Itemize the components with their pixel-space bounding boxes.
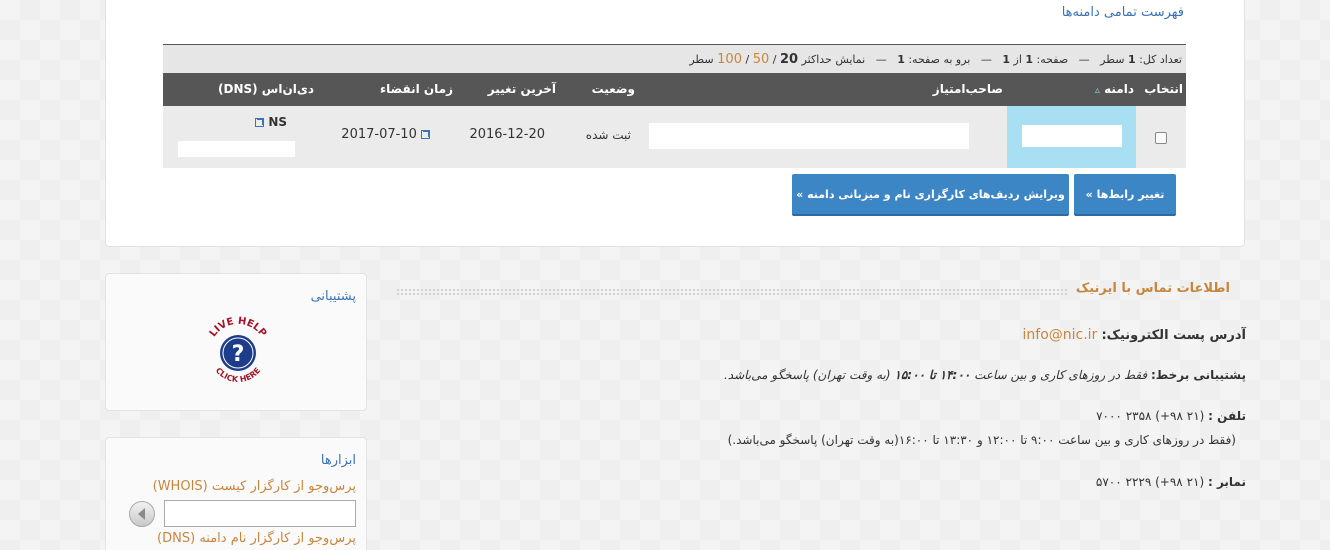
row-expire[interactable]: 2017-07-10 [341, 127, 430, 142]
col-status: وضعیت [591, 82, 635, 96]
fax-number: (۲۱ ۹۸+) ۲۲۲۹ ۵۷۰۰ [1095, 475, 1205, 489]
whois-submit-button[interactable] [129, 501, 155, 527]
email-line: آدرس پست الکترونیک: info@nic.ir [1022, 327, 1247, 343]
pager-bar: تعداد کل: 1 سطر — صفحه: 1 از 1 — برو به … [163, 44, 1186, 73]
support-panel: پشتیبانی LIVE HELP CLICK HERE ? [105, 273, 367, 411]
edit-nameservers-button[interactable]: ویرایش ردیف‌های کارگزاری نام و میزبانی د… [792, 174, 1069, 216]
phone-hours-note: (فقط در روزهای کاری و بین ساعت ۹:۰۰ تا ۱… [727, 433, 1236, 447]
col-last-change: آخرین تغییر [487, 82, 556, 96]
sort-asc-icon[interactable]: ▵ [1095, 85, 1100, 96]
col-dns: دی‌ان‌اس (DNS) [218, 82, 314, 96]
svg-text:?: ? [232, 342, 245, 367]
online-support-line: پشتیبانی برخط: فقط در روزهای کاری و بین … [723, 368, 1246, 382]
pager-goto[interactable]: 1 [897, 53, 905, 66]
page-size-50[interactable]: 50 [753, 52, 770, 67]
change-contacts-button[interactable]: تغییر رابط‌ها » [1074, 174, 1176, 216]
owner-masked [649, 123, 969, 149]
tools-panel: ابزارها پرس‌وجو از کارگزار کیست (WHOIS) … [105, 437, 367, 550]
table-row: ثبت شده 2016-12-20 2017-07-10 NS [163, 106, 1186, 168]
domain-list-panel: فهرست تمامی دامنه‌ها تعداد کل: 1 سطر — ص… [105, 0, 1245, 247]
contact-title-divider [396, 288, 1068, 296]
live-help-icon: LIVE HELP CLICK HERE ? [208, 316, 269, 384]
contact-section: اطلاعات تماس با ایرنیک آدرس پست الکترونی… [396, 275, 1246, 550]
whois-link[interactable]: پرس‌وجو از کارگزار کیست (WHOIS) [153, 479, 356, 494]
edit-dns-icon[interactable] [255, 118, 265, 127]
col-owner: صاحب‌امتیاز [932, 82, 1003, 96]
phone-number: (۲۱ ۹۸+) ۲۳۵۸ ۷۰۰۰ [1096, 409, 1205, 423]
pager-total: 1 [1127, 53, 1136, 66]
page-size-100[interactable]: 100 [717, 52, 742, 67]
pager-pages: 1 [1002, 53, 1011, 66]
contact-title: اطلاعات تماس با ایرنیک [1075, 281, 1230, 296]
dns-masked [178, 141, 295, 157]
col-domain[interactable]: دامنه ▵ [1095, 73, 1134, 106]
tools-title: ابزارها [320, 453, 356, 468]
edit-expire-icon[interactable] [421, 130, 430, 139]
col-expire: زمان انقضاء [380, 82, 453, 96]
live-help-button[interactable]: LIVE HELP CLICK HERE ? [200, 314, 276, 390]
row-status: ثبت شده [585, 128, 631, 142]
arrow-left-icon [138, 508, 145, 520]
domain-name-masked[interactable] [1022, 125, 1122, 147]
row-dns[interactable]: NS [255, 115, 287, 129]
phone-line: تلفن : (۲۱ ۹۸+) ۲۳۵۸ ۷۰۰۰ [1096, 409, 1246, 423]
fax-line: نمابر : (۲۱ ۹۸+) ۲۲۲۹ ۵۷۰۰ [1095, 475, 1246, 489]
whois-input[interactable] [164, 500, 356, 527]
domain-list-title[interactable]: فهرست تمامی دامنه‌ها [1062, 5, 1184, 20]
dns-query-link[interactable]: پرس‌وجو از کارگزار نام دامنه (DNS) [157, 531, 356, 546]
col-select: انتخاب [1144, 82, 1183, 96]
pager-page: 1 [1025, 53, 1034, 66]
row-last-change: 2016-12-20 [469, 127, 545, 142]
support-title: پشتیبانی [310, 289, 356, 304]
email-link[interactable]: info@nic.ir [1023, 327, 1098, 343]
row-checkbox[interactable] [1155, 132, 1167, 144]
pager-info: تعداد کل: 1 سطر — صفحه: 1 از 1 — برو به … [689, 52, 1182, 67]
domain-cell [1007, 106, 1136, 168]
table-header: انتخاب دامنه ▵ صاحب‌امتیاز وضعیت آخرین ت… [163, 73, 1186, 106]
page-size-20: 20 [779, 52, 799, 67]
